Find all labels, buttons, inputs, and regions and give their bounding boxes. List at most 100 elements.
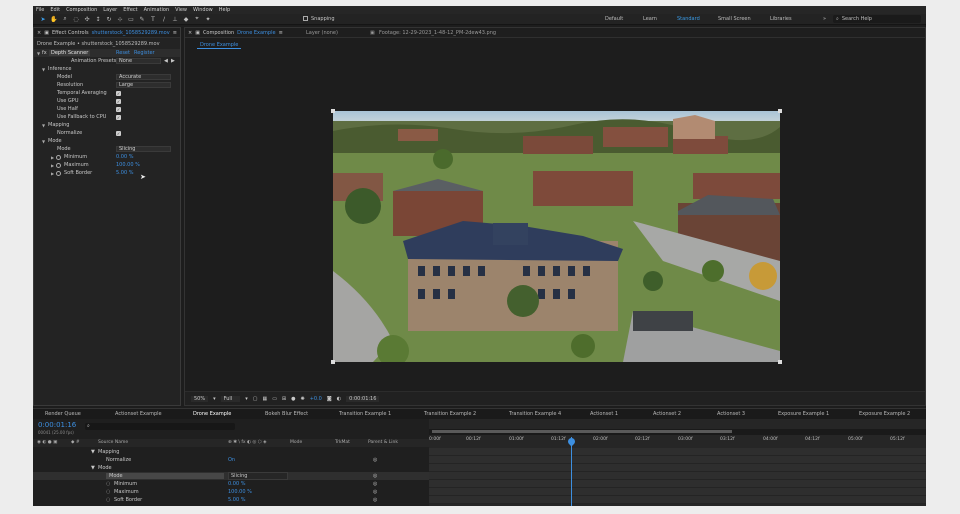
register-link[interactable]: Register (134, 50, 155, 56)
composition-tab-label[interactable]: Composition (203, 30, 234, 36)
close-comp-icon[interactable]: × (188, 30, 192, 36)
collapse-effect-icon[interactable]: ▼ (37, 51, 40, 56)
pickwhip-icon[interactable]: ◎ (373, 497, 377, 503)
effect-controls-tab[interactable]: × ▣ Effect Controls shutterstock_1058529… (34, 28, 180, 38)
dolly-tool-icon[interactable]: ↕ (94, 15, 102, 23)
tab-render-queue[interactable]: Render Queue (45, 411, 81, 417)
soft-border-value[interactable]: 5.00 % (116, 170, 133, 176)
lock-icon[interactable]: ▣ (44, 30, 49, 36)
timeline-row-normalize[interactable]: Normalize On ◎ (33, 456, 429, 464)
composition-viewer[interactable] (333, 111, 780, 362)
resize-handle[interactable] (331, 109, 335, 113)
workspace-libraries[interactable]: Libraries (770, 16, 792, 22)
timeline-row-minimum[interactable]: ◌ Minimum 0.00 % ◎ (33, 480, 429, 488)
soft-border-stopwatch-icon[interactable] (56, 170, 61, 176)
clone-tool-icon[interactable]: ⊥ (171, 15, 179, 23)
menu-window[interactable]: Window (193, 7, 213, 13)
resolution-dropdown-icon[interactable]: ▾ (245, 396, 248, 402)
timeline-row-soft-border[interactable]: ◌ Soft Border 5.00 % ◎ (33, 496, 429, 504)
region-icon[interactable]: ▢ (253, 396, 258, 402)
tab-actionset-2[interactable]: Actionset 2 (653, 411, 681, 417)
comp-timecode[interactable]: 0:00:01:16 (346, 395, 380, 402)
selection-tool-icon[interactable]: ➤ (39, 15, 47, 23)
stopwatch-icon[interactable]: ◌ (106, 489, 110, 495)
resize-handle[interactable] (331, 360, 335, 364)
tab-bokeh-blur-effect[interactable]: Bokeh Blur Effect (265, 411, 308, 417)
expand-soft-border-icon[interactable]: ▶ (51, 171, 54, 176)
playhead-line[interactable] (571, 437, 572, 506)
hand-tool-icon[interactable]: ✋ (50, 15, 58, 23)
panel-menu-icon[interactable]: ≡ (173, 30, 177, 36)
mask-icon[interactable]: ▭ (272, 396, 277, 402)
row-value[interactable]: 0.00 % (228, 481, 245, 487)
mapping-group[interactable]: ▼ Mapping (34, 121, 180, 129)
timeline-track-area[interactable]: 0:00f 00:12f 01:00f 01:12f 02:00f 02:12f… (429, 419, 926, 506)
layer-search-field[interactable]: ⌕ (85, 423, 235, 430)
tab-exposure-example-1[interactable]: Exposure Example 1 (778, 411, 829, 417)
shape-tool-icon[interactable]: ▭ (127, 15, 135, 23)
snapping-checkbox[interactable] (303, 16, 308, 21)
minimum-value[interactable]: 0.00 % (116, 154, 133, 160)
workspace-overflow-icon[interactable]: » (823, 16, 826, 22)
pen-tool-icon[interactable]: ✎ (138, 15, 146, 23)
temporal-checkbox[interactable]: ✓ (116, 90, 121, 96)
resize-handle[interactable] (778, 109, 782, 113)
stopwatch-icon[interactable]: ◌ (106, 497, 110, 503)
drone-example-subtab[interactable]: Drone Example (197, 42, 242, 49)
pickwhip-icon[interactable]: ◎ (373, 481, 377, 487)
mode-select[interactable]: Slicing (116, 146, 171, 152)
source-name-header[interactable]: Source Name (98, 440, 128, 445)
tab-transition-example-1[interactable]: Transition Example 1 (339, 411, 391, 417)
menu-composition[interactable]: Composition (66, 7, 97, 13)
timeline-row-mode[interactable]: Mode Slicing ◎ (33, 472, 429, 480)
tab-actionset-1[interactable]: Actionset 1 (590, 411, 618, 417)
playhead-handle[interactable] (566, 436, 577, 447)
search-help-field[interactable]: ⌕ Search Help (833, 15, 921, 23)
zoom-select[interactable]: 50% (191, 395, 209, 402)
stopwatch-icon[interactable]: ◌ (106, 481, 110, 487)
anchor-tool-icon[interactable]: ⊹ (116, 15, 124, 23)
resolution-select[interactable]: Large (116, 82, 171, 88)
normalize-checkbox[interactable]: ✓ (116, 130, 121, 136)
rotation-tool-icon[interactable]: ↻ (105, 15, 113, 23)
expand-maximum-icon[interactable]: ▶ (51, 163, 54, 168)
tab-actionset-3[interactable]: Actionset 3 (717, 411, 745, 417)
maximum-stopwatch-icon[interactable] (56, 162, 61, 168)
menu-layer[interactable]: Layer (103, 7, 117, 13)
safe-zones-icon[interactable]: ⊞ (282, 396, 286, 402)
exposure-icon[interactable]: ✺ (301, 396, 305, 402)
track-row[interactable] (429, 480, 926, 488)
tab-transition-example-2[interactable]: Transition Example 2 (424, 411, 476, 417)
expand-mode-icon[interactable]: ▼ (42, 139, 45, 144)
animation-presets-select[interactable]: None (116, 58, 161, 64)
expand-minimum-icon[interactable]: ▶ (51, 155, 54, 160)
preset-next-icon[interactable]: ▶ (171, 58, 175, 64)
expand-mapping-icon[interactable]: ▼ (42, 123, 45, 128)
effect-name[interactable]: Depth Scanner (49, 50, 91, 56)
track-row[interactable] (429, 456, 926, 464)
model-select[interactable]: Accurate (116, 74, 171, 80)
type-tool-icon[interactable]: T (149, 15, 157, 23)
puppet-tool-icon[interactable]: ✦ (204, 15, 212, 23)
transparency-grid-icon[interactable]: ▦ (262, 396, 267, 402)
comp-lock-icon[interactable]: ▣ (195, 30, 200, 36)
zoom-dropdown-icon[interactable]: ▾ (213, 396, 216, 402)
brush-tool-icon[interactable]: ∕ (160, 15, 168, 23)
track-row[interactable] (429, 496, 926, 504)
close-icon[interactable]: × (37, 30, 41, 36)
parent-link-header[interactable]: Parent & Link (368, 440, 398, 445)
workspace-standard[interactable]: Standard (677, 16, 700, 22)
row-expand-icon[interactable]: ▼ (91, 449, 95, 455)
eraser-tool-icon[interactable]: ◆ (182, 15, 190, 23)
preset-prev-icon[interactable]: ◀ (164, 58, 168, 64)
track-row[interactable] (429, 448, 926, 456)
comp-panel-menu-icon[interactable]: ≡ (279, 30, 283, 36)
menu-view[interactable]: View (175, 7, 187, 13)
fx-icon[interactable]: fx (42, 50, 47, 56)
pickwhip-icon[interactable]: ◎ (373, 489, 377, 495)
row-expand-icon[interactable]: ▼ (91, 465, 95, 471)
workspace-default[interactable]: Default (605, 16, 623, 22)
color-channel-icon[interactable]: ● (291, 396, 295, 402)
work-area-range[interactable] (432, 430, 732, 433)
pickwhip-icon[interactable]: ◎ (373, 473, 377, 479)
